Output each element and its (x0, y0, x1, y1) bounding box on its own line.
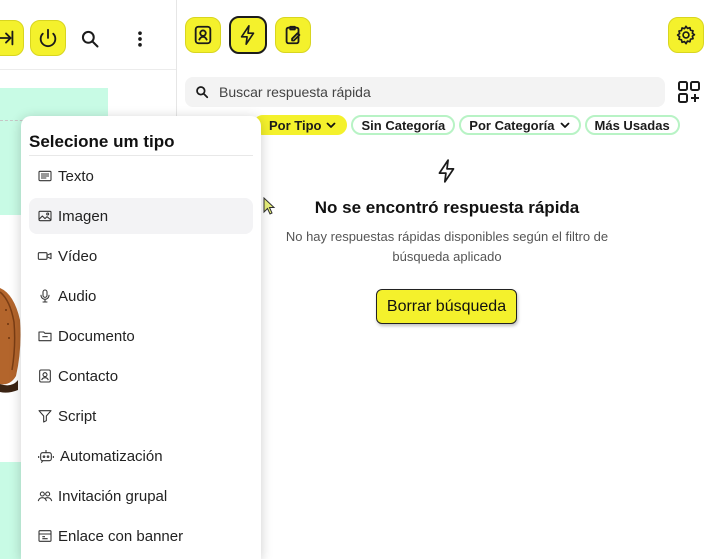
menu-item-contact[interactable]: Contacto (29, 358, 253, 394)
power-button[interactable] (30, 20, 66, 56)
more-vertical-icon (138, 31, 142, 47)
search-icon (196, 86, 209, 99)
search-icon (81, 30, 99, 48)
lightning-icon (240, 25, 255, 45)
empty-state: No se encontró respuesta rápida No hay r… (237, 158, 657, 267)
filter-icon (38, 410, 52, 423)
menu-item-group-invite[interactable]: Invitación grupal (29, 478, 253, 514)
quick-replies-button[interactable] (229, 16, 267, 54)
microphone-icon (40, 289, 50, 303)
empty-state-description: No hay respuestas rápidas disponibles se… (285, 229, 609, 264)
menu-item-document[interactable]: Documento (29, 318, 253, 354)
filter-by-type-label: Por Tipo (269, 117, 322, 133)
filter-no-category-label: Sin Categoría (361, 117, 446, 133)
image-icon (38, 210, 52, 222)
type-select-menu: Selecione um tipo Texto Imagen Vídeo Aud… (21, 116, 261, 559)
clear-search-button[interactable]: Borrar búsqueda (376, 289, 517, 324)
filter-by-category-label: Por Categoría (469, 117, 555, 133)
filter-most-used-label: Más Usadas (594, 117, 670, 133)
filter-by-type[interactable]: Por Tipo (253, 115, 348, 135)
chevron-down-icon (327, 122, 336, 128)
menu-item-banner-link[interactable]: Enlace con banner (29, 518, 253, 554)
filter-most-used[interactable]: Más Usadas (584, 115, 680, 135)
message-bubble-edge-bottom (0, 462, 22, 559)
gear-icon (676, 25, 696, 45)
menu-title: Selecione um tipo (29, 132, 175, 151)
bot-icon (38, 450, 54, 463)
clipboard-edit-icon (285, 25, 301, 45)
menu-item-label: Audio (58, 287, 97, 305)
filter-chips: Por Tipo Sin Categoría Por Categoría Más… (253, 115, 680, 137)
menu-item-image[interactable]: Imagen (29, 198, 253, 234)
message-bubble-edge (0, 120, 22, 215)
exit-button[interactable] (0, 20, 24, 56)
group-icon (37, 491, 53, 502)
contact-icon (194, 25, 212, 45)
menu-item-label: Invitación grupal (58, 487, 168, 505)
lightning-icon (438, 159, 455, 183)
contact-card-icon (39, 369, 51, 383)
menu-divider (29, 155, 253, 156)
grid-add-icon[interactable] (677, 80, 701, 104)
text-icon (38, 170, 52, 182)
contact-button[interactable] (185, 17, 221, 53)
video-icon (37, 252, 52, 260)
menu-item-label: Contacto (58, 367, 119, 385)
search-input[interactable] (219, 84, 639, 100)
menu-item-label: Imagen (58, 207, 109, 225)
left-toolbar (0, 6, 176, 70)
menu-item-label: Enlace con banner (58, 527, 184, 545)
menu-item-script[interactable]: Script (29, 398, 253, 434)
menu-item-text[interactable]: Texto (29, 158, 253, 194)
filter-no-category[interactable]: Sin Categoría (351, 115, 456, 135)
right-toolbar (177, 6, 713, 70)
menu-item-video[interactable]: Vídeo (29, 238, 253, 274)
search-bar (185, 77, 665, 107)
filter-by-category[interactable]: Por Categoría (459, 115, 581, 135)
menu-item-label: Script (58, 407, 97, 425)
more-options-button[interactable] (129, 28, 151, 50)
search-button[interactable] (79, 28, 101, 50)
menu-item-label: Texto (58, 167, 94, 185)
banner-link-icon (38, 530, 52, 542)
exit-arrow-icon (0, 30, 14, 46)
menu-item-label: Documento (58, 327, 135, 345)
menu-item-audio[interactable]: Audio (29, 278, 253, 314)
shoe-image-partial (0, 288, 21, 393)
menu-item-label: Vídeo (58, 247, 98, 265)
chevron-down-icon (560, 122, 569, 128)
empty-state-title: No se encontró respuesta rápida (314, 198, 580, 217)
power-icon (39, 28, 57, 48)
document-icon (38, 331, 52, 342)
menu-item-label: Automatización (60, 447, 163, 465)
settings-button[interactable] (668, 17, 704, 53)
mouse-cursor-icon (263, 197, 276, 215)
notes-button[interactable] (275, 17, 311, 53)
menu-item-automation[interactable]: Automatización (29, 438, 253, 474)
